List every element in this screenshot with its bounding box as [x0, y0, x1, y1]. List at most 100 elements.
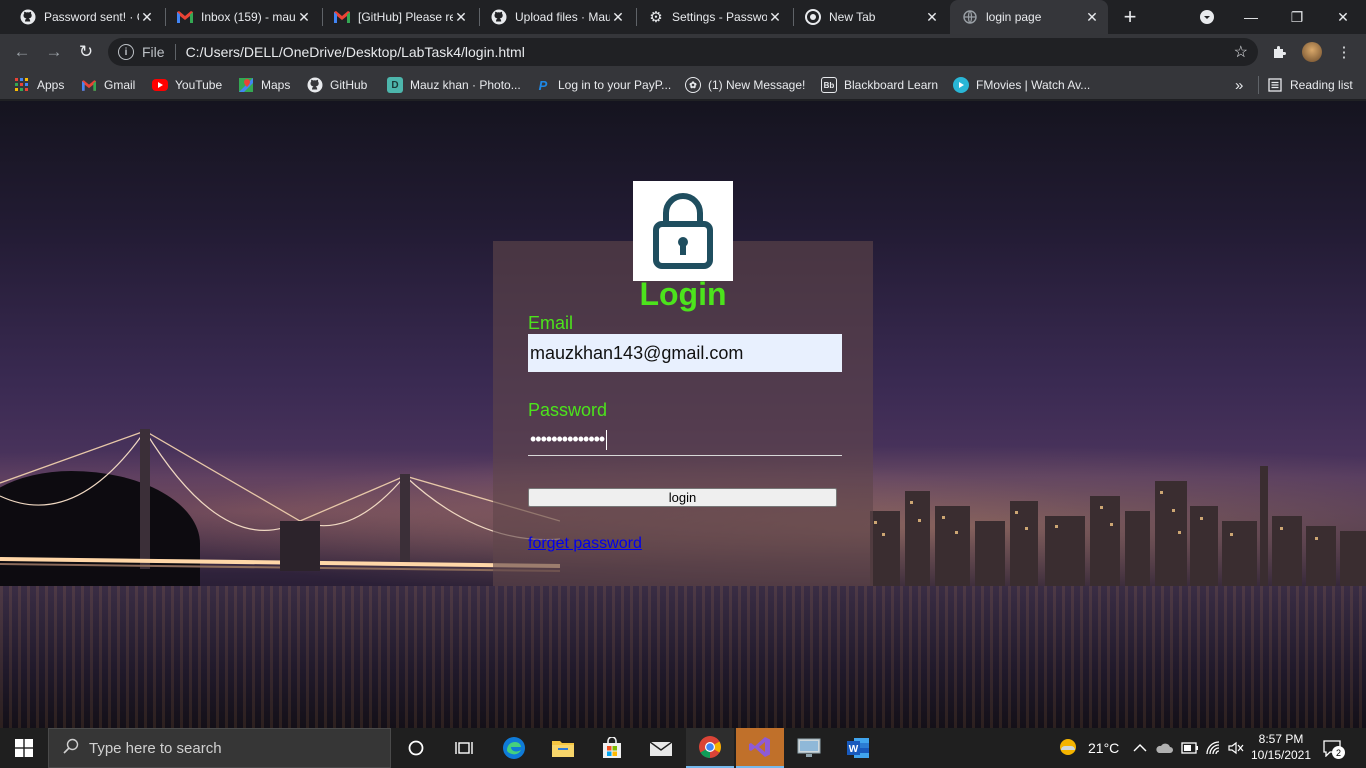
windows-taskbar: Type here to search W 21°C 8:57 PM 10/15…	[0, 728, 1366, 768]
reading-list-label: Reading list	[1290, 78, 1353, 92]
tab-upload-files[interactable]: Upload files · Mau ✕	[471, 0, 634, 34]
chrome-icon	[699, 736, 721, 758]
clock-date: 10/15/2021	[1250, 748, 1312, 762]
close-icon[interactable]: ✕	[296, 9, 312, 25]
taskbar-mail[interactable]	[637, 728, 685, 768]
menu-kebab-icon[interactable]: ⋮	[1334, 42, 1354, 62]
info-icon[interactable]: i	[118, 44, 134, 60]
bookmark-gmail[interactable]: Gmail	[81, 76, 135, 94]
apps-grid-icon	[14, 77, 30, 93]
url-text[interactable]: C:/Users/DELL/OneDrive/Desktop/LabTask4/…	[186, 44, 525, 60]
taskbar-remote-desktop[interactable]	[785, 728, 833, 768]
bookmark-github[interactable]: GitHub	[307, 76, 367, 94]
tab-settings[interactable]: ⚙ Settings - Passwo ✕	[628, 0, 791, 34]
tab-new-tab[interactable]: New Tab ✕	[785, 0, 948, 34]
bookmark-paypal[interactable]: P Log in to your PayP...	[535, 76, 672, 94]
forget-password-link[interactable]: forget password	[528, 535, 642, 553]
bookmark-fmovies[interactable]: FMovies | Watch Av...	[953, 76, 1090, 94]
onedrive-tray[interactable]	[1155, 728, 1173, 768]
taskbar-word[interactable]: W	[834, 728, 882, 768]
cortana-button[interactable]	[392, 728, 440, 768]
volume-tray[interactable]	[1228, 728, 1244, 768]
back-button[interactable]: ←	[10, 40, 34, 64]
close-window-button[interactable]: ✕	[1320, 0, 1366, 34]
mail-icon	[650, 741, 672, 756]
folder-icon	[552, 741, 574, 757]
bookmark-youtube[interactable]: YouTube	[152, 76, 222, 94]
gmail-icon	[177, 9, 193, 25]
reading-list-icon	[1267, 77, 1283, 93]
forward-button[interactable]: →	[42, 40, 66, 64]
bookmark-star-icon[interactable]: ☆	[1234, 42, 1248, 62]
email-label: Email	[528, 313, 574, 333]
taskbar-file-explorer[interactable]	[539, 728, 587, 768]
tab-title: New Tab	[829, 10, 876, 24]
bookmark-blackboard[interactable]: Bb Blackboard Learn	[821, 76, 938, 94]
tab-github-please[interactable]: [GitHub] Please re ✕	[314, 0, 477, 34]
tab-strip: Password sent! · G ✕ Inbox (159) - mau ✕…	[0, 0, 1366, 34]
new-tab-button[interactable]: +	[1118, 4, 1142, 29]
bookmarks-overflow-button[interactable]: »	[1235, 76, 1243, 94]
tab-password-sent[interactable]: Password sent! · G ✕	[0, 0, 163, 34]
battery-icon	[1181, 742, 1198, 754]
taskbar-edge[interactable]	[490, 728, 538, 768]
taskbar-search-box[interactable]: Type here to search	[48, 728, 391, 768]
reload-button[interactable]: ↻	[74, 40, 98, 64]
gmail-icon	[81, 77, 97, 93]
tab-inbox[interactable]: Inbox (159) - mau ✕	[157, 0, 320, 34]
close-icon[interactable]: ✕	[453, 9, 469, 25]
wifi-tray[interactable]	[1206, 728, 1222, 768]
email-field[interactable]: mauzkhan143@gmail.com	[528, 334, 842, 372]
visual-studio-icon	[749, 737, 770, 757]
bookmark-new-message[interactable]: ✿ (1) New Message!	[685, 76, 805, 94]
show-hidden-icons-button[interactable]	[1133, 728, 1147, 768]
address-bar[interactable]: i File C:/Users/DELL/OneDrive/Desktop/La…	[108, 38, 1258, 66]
lock-image	[633, 181, 733, 281]
search-icon	[63, 738, 79, 759]
password-field[interactable]: ••••••••••••••	[528, 424, 842, 456]
close-icon[interactable]: ✕	[1084, 9, 1100, 25]
notification-count-badge: 2	[1332, 746, 1345, 759]
minimize-button[interactable]: —	[1228, 0, 1274, 34]
battery-tray[interactable]	[1181, 728, 1199, 768]
action-center-button[interactable]: 2	[1322, 728, 1345, 768]
taskbar-visual-studio[interactable]	[736, 728, 784, 768]
reading-list-button[interactable]: Reading list	[1258, 76, 1353, 94]
profile-avatar[interactable]	[1302, 42, 1322, 62]
login-button[interactable]: login	[528, 488, 837, 507]
bookmark-label: Maps	[261, 78, 291, 92]
cortana-circle-icon	[408, 740, 424, 756]
start-button[interactable]	[0, 728, 48, 768]
taskbar-store[interactable]	[588, 728, 636, 768]
bookmark-label: FMovies | Watch Av...	[976, 78, 1091, 92]
photo-icon: D	[387, 77, 403, 93]
bookmark-label: Log in to your PayP...	[558, 78, 672, 92]
tab-login-page[interactable]: login page ✕	[950, 0, 1108, 34]
word-icon: W	[847, 738, 869, 758]
task-view-button[interactable]	[440, 728, 488, 768]
password-label: Password	[528, 400, 608, 420]
svg-text:W: W	[849, 744, 859, 755]
padlock-icon	[653, 193, 713, 269]
github-icon	[491, 9, 507, 25]
bookmark-label: YouTube	[175, 78, 223, 92]
close-icon[interactable]: ✕	[139, 9, 155, 25]
text-caret	[606, 429, 608, 450]
tab-search-button[interactable]	[1184, 0, 1230, 34]
bookmark-label: (1) New Message!	[708, 78, 806, 92]
tab-title: Upload files · Mau	[515, 10, 610, 24]
bookmark-label: Apps	[37, 78, 65, 92]
chevron-down-icon	[1200, 10, 1214, 24]
restore-button[interactable]: ❐	[1274, 0, 1320, 34]
bookmark-mauz-khan-photo[interactable]: D Mauz khan · Photo...	[387, 76, 521, 94]
close-icon[interactable]: ✕	[924, 9, 940, 25]
bookmark-apps[interactable]: Apps	[14, 76, 64, 94]
taskbar-clock[interactable]: 8:57 PM 10/15/2021	[1248, 731, 1314, 763]
bookmark-maps[interactable]: Maps	[238, 76, 290, 94]
bookmark-label: Gmail	[104, 78, 136, 92]
taskbar-chrome[interactable]	[686, 728, 734, 768]
extensions-puzzle-icon[interactable]	[1269, 42, 1289, 62]
close-icon[interactable]: ✕	[610, 9, 626, 25]
weather-widget[interactable]: 21°C	[1058, 728, 1119, 768]
close-icon[interactable]: ✕	[767, 9, 783, 25]
